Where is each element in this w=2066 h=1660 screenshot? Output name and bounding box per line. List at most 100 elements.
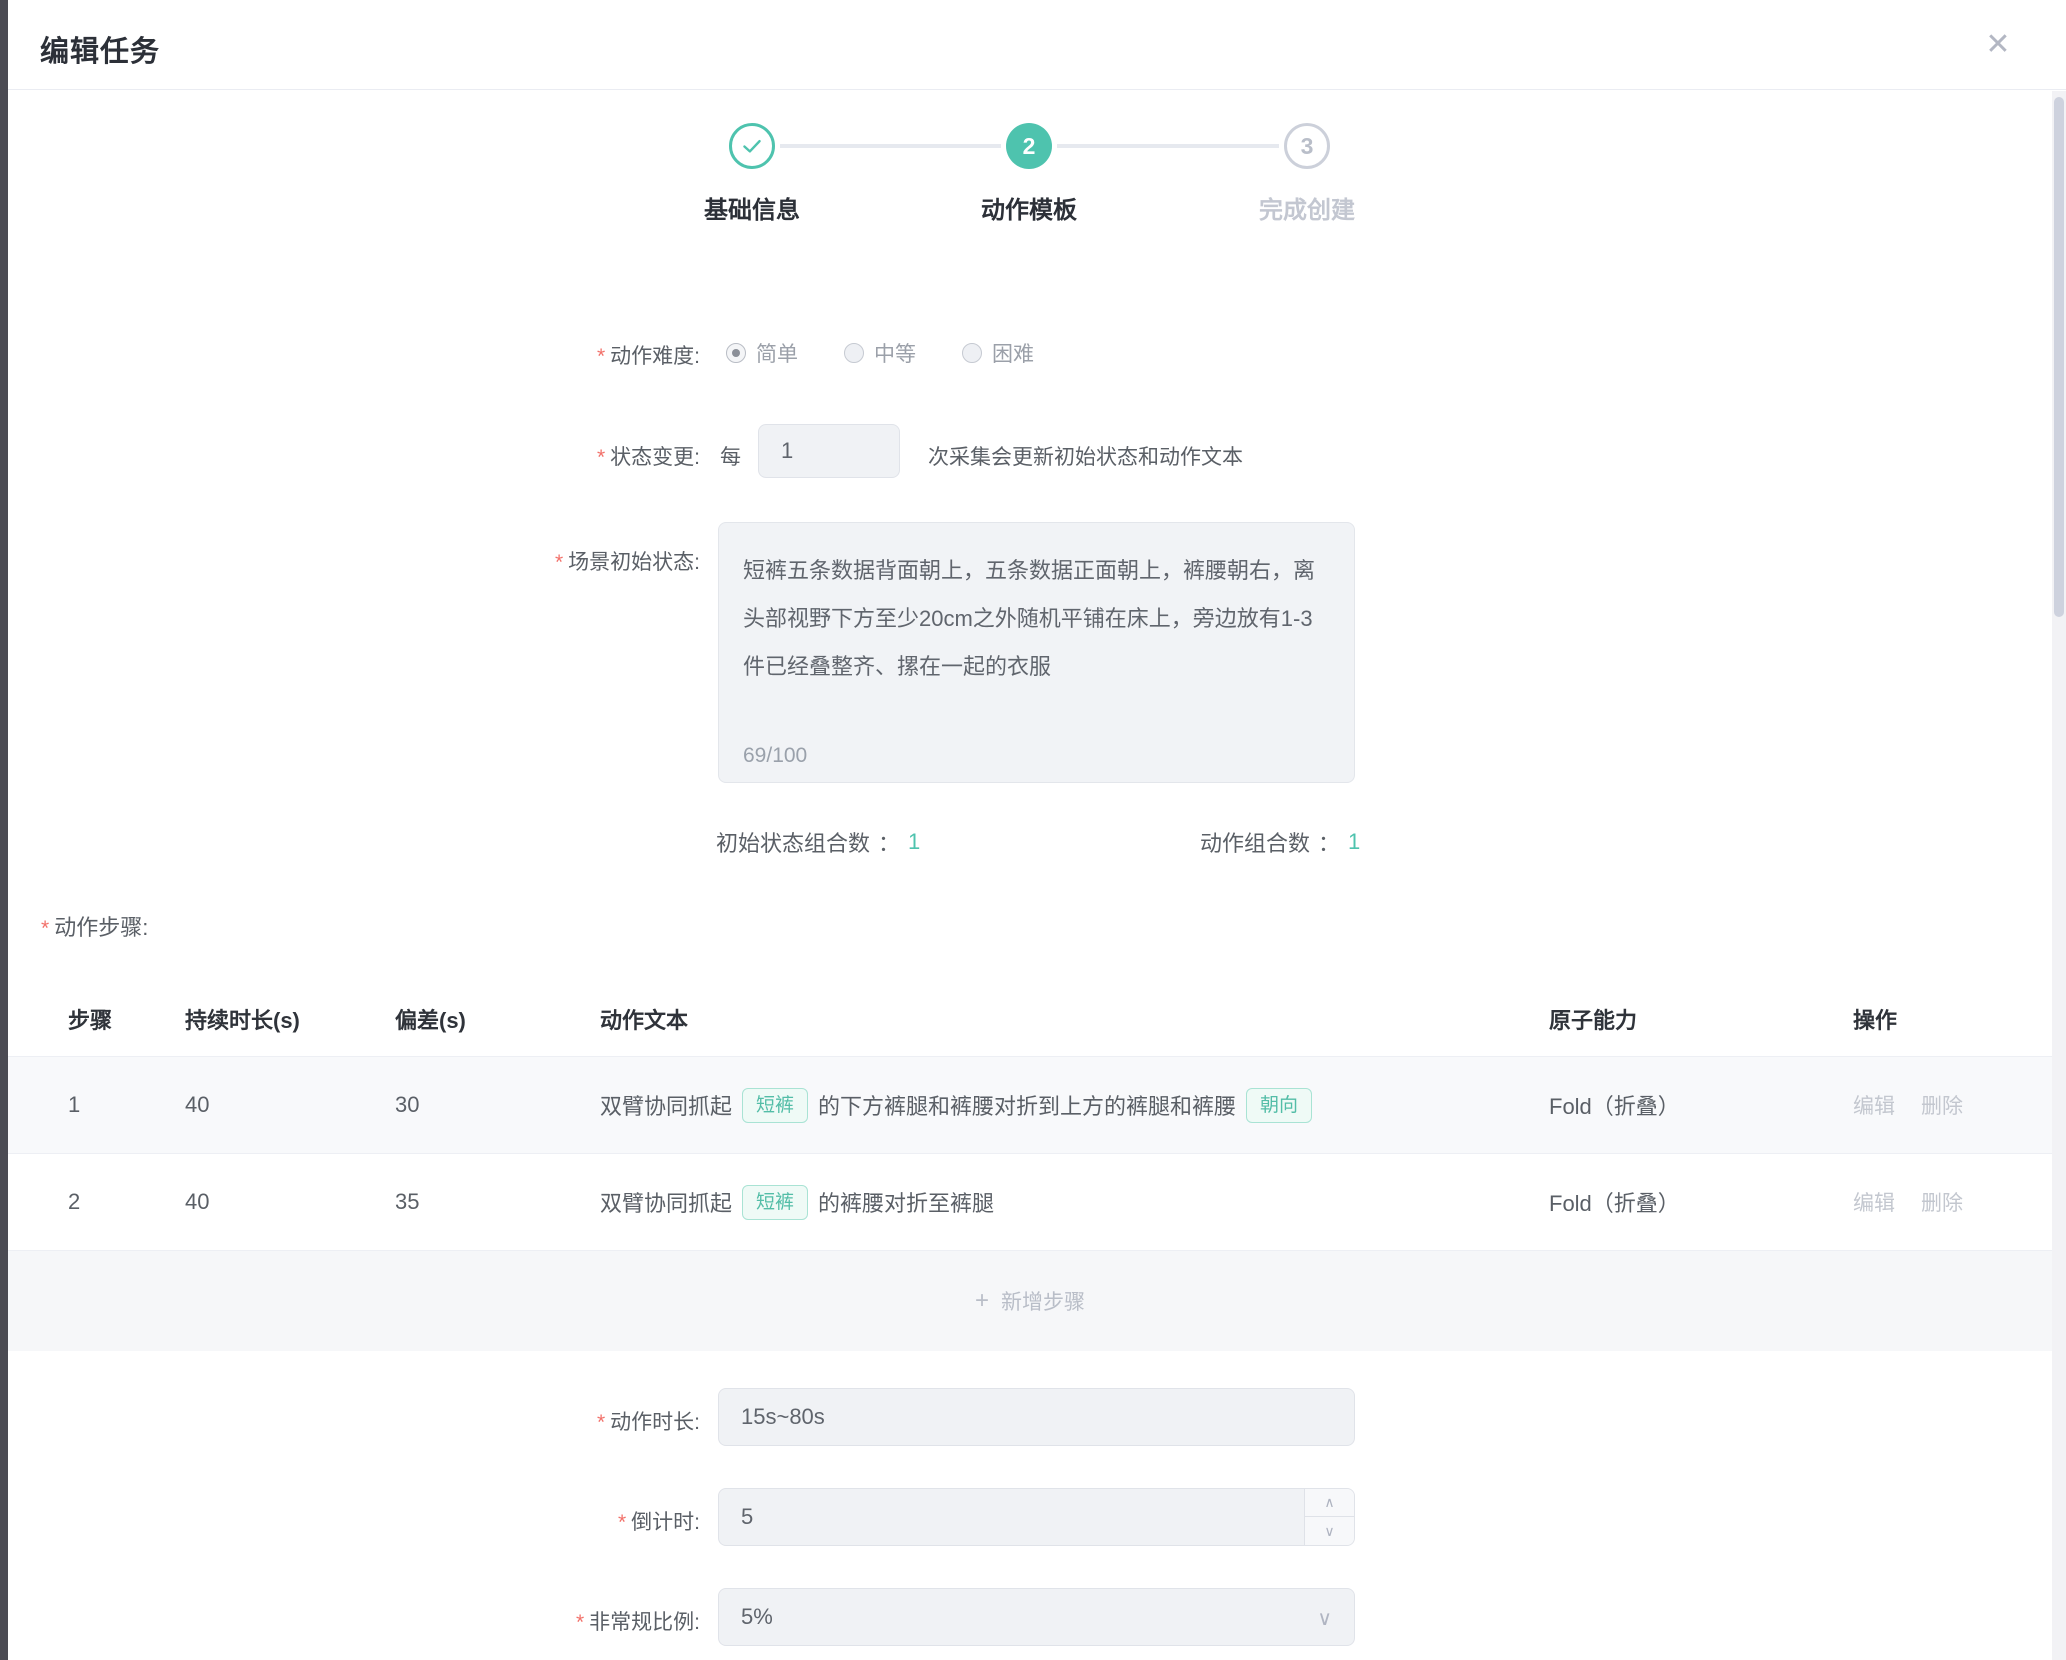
cell-step: 2 bbox=[68, 1154, 80, 1250]
step-connector-2 bbox=[1057, 144, 1279, 148]
delete-link[interactable]: 删除 bbox=[1921, 1090, 1963, 1120]
cell-deviation: 35 bbox=[395, 1154, 419, 1250]
countdown-label: *倒计时: bbox=[340, 1506, 700, 1536]
scrollbar-thumb[interactable] bbox=[2054, 97, 2064, 617]
table-row: 1 40 30 双臂协同抓起 短裤 的下方裤腿和裤腰对折到上方的裤腿和裤腰 朝向… bbox=[8, 1057, 2052, 1154]
scrollbar-track[interactable] bbox=[2052, 91, 2066, 1660]
object-tag: 短裤 bbox=[742, 1185, 808, 1220]
stepper-up-button[interactable]: ∧ bbox=[1305, 1489, 1354, 1517]
action-text-segment: 的裤腰对折至裤腿 bbox=[818, 1186, 994, 1218]
difficulty-label: *动作难度: bbox=[340, 340, 700, 370]
table-header-row: 步骤 持续时长(s) 偏差(s) 动作文本 原子能力 操作 bbox=[8, 975, 2052, 1057]
delete-link[interactable]: 删除 bbox=[1921, 1187, 1963, 1217]
edit-link[interactable]: 编辑 bbox=[1853, 1090, 1895, 1120]
object-tag: 短裤 bbox=[742, 1088, 808, 1123]
action-combo-label: 动作组合数 bbox=[1200, 826, 1310, 858]
number-stepper: ∧ ∨ bbox=[1304, 1489, 1354, 1545]
required-asterisk: * bbox=[597, 446, 605, 469]
header-actions: 操作 bbox=[1853, 1003, 1897, 1035]
required-asterisk: * bbox=[576, 1611, 584, 1634]
add-step-label: 新增步骤 bbox=[1001, 1286, 1085, 1316]
step-connector-1 bbox=[780, 144, 1001, 148]
header-step: 步骤 bbox=[68, 1003, 112, 1035]
colon-separator: ： bbox=[1318, 826, 1340, 858]
unusual-ratio-select[interactable]: 5% ∨ bbox=[718, 1588, 1355, 1646]
dialog-header: 编辑任务 ✕ bbox=[8, 0, 2066, 90]
initial-state-label: *场景初始状态: bbox=[340, 546, 700, 576]
header-deviation: 偏差(s) bbox=[395, 1003, 466, 1035]
state-change-input[interactable]: 1 bbox=[758, 424, 900, 478]
radio-option-hard[interactable]: 困难 bbox=[962, 338, 1034, 368]
radio-label-hard: 困难 bbox=[992, 338, 1034, 368]
step-1-done-circle bbox=[729, 123, 775, 169]
chevron-down-icon: ∨ bbox=[1324, 1523, 1334, 1540]
state-change-value: 1 bbox=[781, 438, 793, 464]
initial-state-textarea[interactable]: 短裤五条数据背面朝上，五条数据正面朝上，裤腰朝右，离头部视野下方至少20cm之外… bbox=[718, 522, 1355, 783]
cell-actions: 编辑 删除 bbox=[1853, 1154, 1963, 1250]
radio-option-easy[interactable]: 简单 bbox=[726, 338, 798, 368]
cell-deviation: 30 bbox=[395, 1057, 419, 1153]
state-change-label: *状态变更: bbox=[340, 441, 700, 471]
radio-option-medium[interactable]: 中等 bbox=[844, 338, 916, 368]
background-left-strip bbox=[0, 0, 8, 1660]
initial-combo-value: 1 bbox=[908, 829, 920, 855]
required-asterisk: * bbox=[597, 345, 605, 368]
dialog-title: 编辑任务 bbox=[40, 28, 160, 70]
radio-selected-icon[interactable] bbox=[726, 343, 746, 363]
duration-label: *动作时长: bbox=[340, 1406, 700, 1436]
radio-unselected-icon[interactable] bbox=[844, 343, 864, 363]
cell-step: 1 bbox=[68, 1057, 80, 1153]
required-asterisk: * bbox=[555, 551, 563, 574]
initial-combo-label: 初始状态组合数 bbox=[716, 826, 870, 858]
duration-input[interactable]: 15s~80s bbox=[718, 1388, 1355, 1446]
difficulty-radio-group: 简单 中等 困难 bbox=[726, 338, 1034, 368]
cell-duration: 40 bbox=[185, 1154, 209, 1250]
required-asterisk: * bbox=[41, 917, 49, 940]
radio-label-medium: 中等 bbox=[874, 338, 916, 368]
header-duration: 持续时长(s) bbox=[185, 1003, 300, 1035]
countdown-value: 5 bbox=[741, 1504, 753, 1530]
action-text-segment: 双臂协同抓起 bbox=[600, 1089, 732, 1121]
state-change-suffix: 次采集会更新初始状态和动作文本 bbox=[928, 441, 1243, 471]
cell-actions: 编辑 删除 bbox=[1853, 1057, 1963, 1153]
header-ability: 原子能力 bbox=[1549, 1003, 1637, 1035]
step-3-number: 3 bbox=[1301, 133, 1314, 160]
colon-separator: ： bbox=[878, 826, 900, 858]
initial-state-text: 短裤五条数据背面朝上，五条数据正面朝上，裤腰朝右，离头部视野下方至少20cm之外… bbox=[719, 523, 1354, 691]
unusual-ratio-label: *非常规比例: bbox=[340, 1606, 700, 1636]
radio-unselected-icon[interactable] bbox=[962, 343, 982, 363]
duration-value: 15s~80s bbox=[741, 1404, 825, 1430]
required-asterisk: * bbox=[597, 1411, 605, 1434]
orientation-tag: 朝向 bbox=[1246, 1088, 1312, 1123]
action-combo-value: 1 bbox=[1348, 829, 1360, 855]
edit-link[interactable]: 编辑 bbox=[1853, 1187, 1895, 1217]
radio-label-easy: 简单 bbox=[756, 338, 798, 368]
action-combo-count: 动作组合数 ： 1 bbox=[1200, 826, 1360, 858]
countdown-input[interactable]: 5 ∧ ∨ bbox=[718, 1488, 1355, 1546]
char-counter: 69/100 bbox=[743, 744, 807, 768]
cell-action-text: 双臂协同抓起 短裤 的下方裤腿和裤腰对折到上方的裤腿和裤腰 朝向 bbox=[600, 1057, 1312, 1153]
step-2-label: 动作模板 bbox=[909, 190, 1149, 225]
add-step-button[interactable]: + 新增步骤 bbox=[8, 1251, 2052, 1351]
stepper-down-button[interactable]: ∨ bbox=[1305, 1517, 1354, 1545]
step-2-active-circle: 2 bbox=[1006, 123, 1052, 169]
table-row: 2 40 35 双臂协同抓起 短裤 的裤腰对折至裤腿 Fold（折叠） 编辑 删… bbox=[8, 1154, 2052, 1251]
header-text: 动作文本 bbox=[600, 1003, 688, 1035]
unusual-ratio-value: 5% bbox=[741, 1604, 773, 1630]
chevron-down-icon: ∨ bbox=[1317, 1606, 1332, 1631]
step-1-label: 基础信息 bbox=[632, 190, 872, 225]
action-text-segment: 的下方裤腿和裤腰对折到上方的裤腿和裤腰 bbox=[818, 1089, 1236, 1121]
chevron-up-icon: ∧ bbox=[1324, 1494, 1334, 1511]
step-2-number: 2 bbox=[1023, 133, 1036, 160]
close-icon[interactable]: ✕ bbox=[1976, 22, 2020, 66]
action-text-segment: 双臂协同抓起 bbox=[600, 1186, 732, 1218]
check-icon bbox=[739, 133, 765, 159]
cell-duration: 40 bbox=[185, 1057, 209, 1153]
cell-action-text: 双臂协同抓起 短裤 的裤腰对折至裤腿 bbox=[600, 1154, 994, 1250]
action-steps-label: *动作步骤: bbox=[41, 910, 148, 942]
required-asterisk: * bbox=[618, 1511, 626, 1534]
cell-ability: Fold（折叠） bbox=[1549, 1154, 1680, 1250]
cell-ability: Fold（折叠） bbox=[1549, 1057, 1680, 1153]
step-3-pending-circle: 3 bbox=[1284, 123, 1330, 169]
state-change-prefix: 每 bbox=[720, 441, 741, 471]
